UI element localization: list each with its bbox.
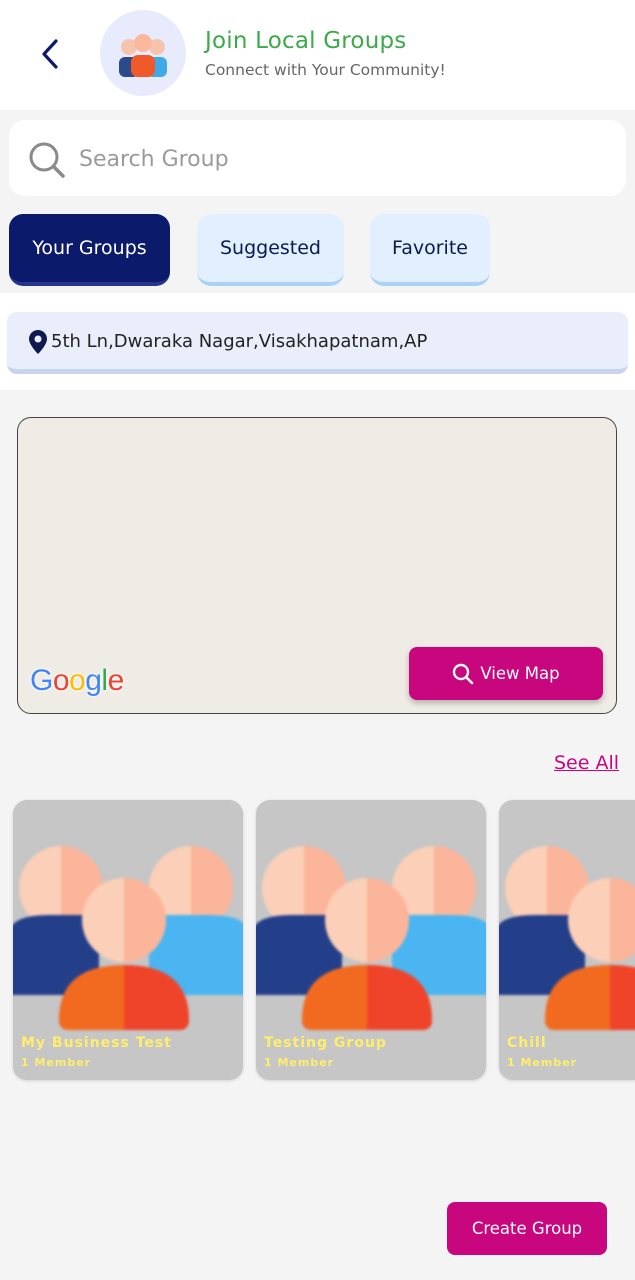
- location-field[interactable]: 5th Ln,Dwaraka Nagar,Visakhapatnam,AP: [7, 312, 628, 374]
- tab-favorite[interactable]: Favorite: [370, 214, 490, 286]
- group-name: My Business Test: [21, 1035, 172, 1051]
- search-bar[interactable]: [9, 120, 626, 196]
- tab-your-groups[interactable]: Your Groups: [9, 214, 170, 286]
- group-card[interactable]: Testing Group 1 Member: [256, 800, 486, 1080]
- search-input[interactable]: [77, 140, 601, 178]
- group-name: Chill: [507, 1035, 547, 1051]
- location-pin-icon: [29, 330, 47, 354]
- app-header: Join Local Groups Connect with Your Comm…: [0, 0, 635, 110]
- back-button[interactable]: [32, 32, 68, 76]
- group-card[interactable]: Chill 1 Member: [499, 800, 635, 1080]
- group-people-icon: [119, 34, 167, 77]
- group-people-icon: [499, 846, 635, 1030]
- group-card[interactable]: My Business Test 1 Member: [13, 800, 243, 1080]
- group-people-icon: [256, 846, 486, 1030]
- group-member-count: 1 Member: [21, 1056, 92, 1069]
- see-all-link[interactable]: See All: [554, 752, 619, 774]
- group-people-icon: [13, 846, 243, 1030]
- group-member-count: 1 Member: [264, 1056, 335, 1069]
- create-group-button[interactable]: Create Group: [447, 1202, 607, 1255]
- google-logo: Google: [30, 664, 124, 697]
- location-address: 5th Ln,Dwaraka Nagar,Visakhapatnam,AP: [51, 331, 428, 352]
- page-title: Join Local Groups: [205, 28, 407, 54]
- group-name: Testing Group: [264, 1035, 387, 1051]
- map-view[interactable]: Google View Map: [17, 417, 617, 714]
- search-icon: [29, 142, 65, 178]
- group-avatar: [100, 10, 186, 96]
- search-icon: [453, 663, 474, 684]
- view-map-label: View Map: [480, 664, 560, 683]
- view-map-button[interactable]: View Map: [409, 647, 603, 700]
- group-member-count: 1 Member: [507, 1056, 578, 1069]
- tab-suggested[interactable]: Suggested: [197, 214, 344, 286]
- chevron-left-icon: [42, 39, 58, 69]
- page-subtitle: Connect with Your Community!: [205, 61, 446, 79]
